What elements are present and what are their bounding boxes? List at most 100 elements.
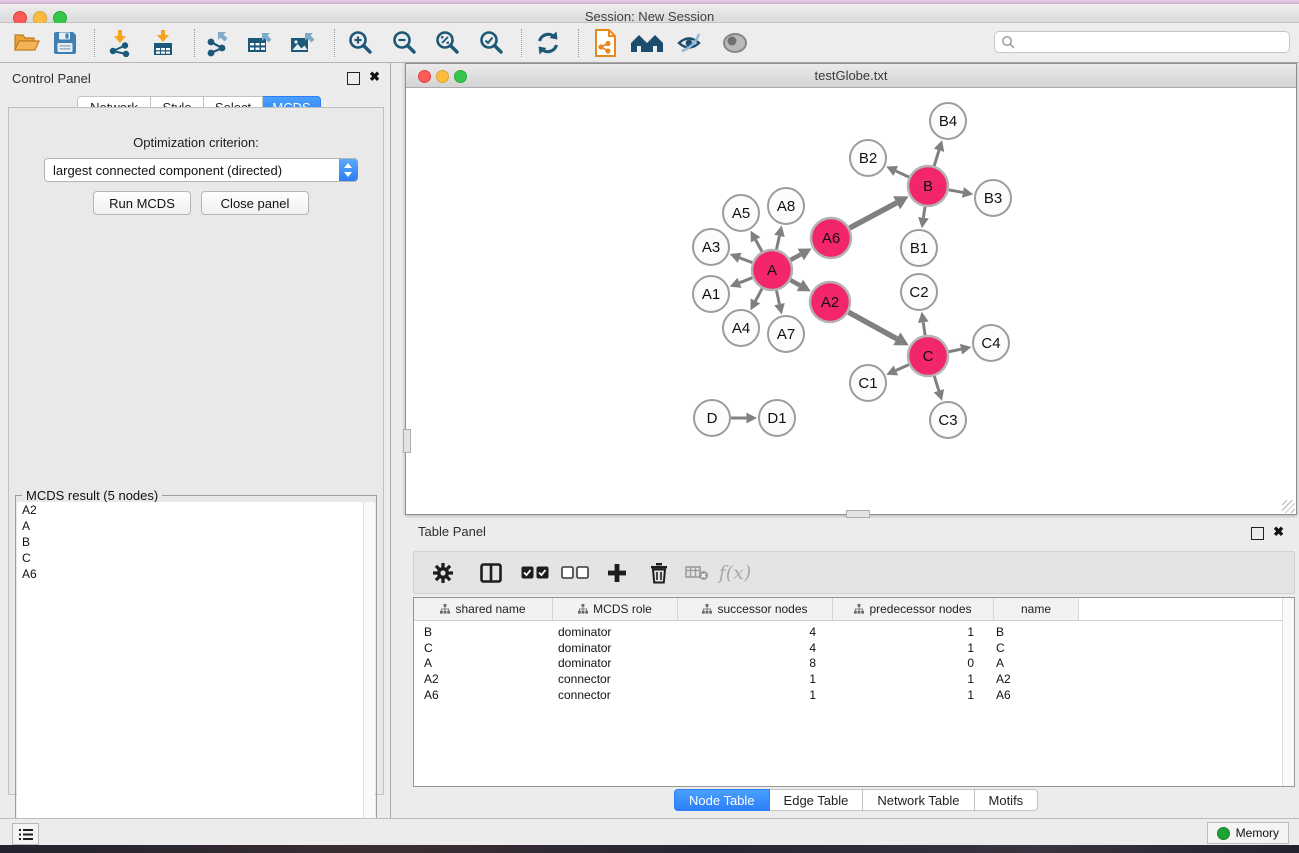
add-column-icon[interactable] xyxy=(602,558,632,588)
zoom-in-icon[interactable] xyxy=(344,27,378,59)
search-box[interactable] xyxy=(994,31,1290,53)
graph-edge[interactable] xyxy=(923,207,925,218)
tab-motifs[interactable]: Motifs xyxy=(975,789,1039,811)
close-panel-icon[interactable]: ✖ xyxy=(1273,524,1284,539)
table-row[interactable]: Adominator80A xyxy=(414,655,1294,671)
table-cell[interactable]: 1 xyxy=(830,625,990,639)
table-cell[interactable]: 4 xyxy=(676,641,830,655)
export-network-icon[interactable] xyxy=(201,27,235,59)
graph-node-A6[interactable]: A6 xyxy=(811,218,851,258)
table-row[interactable]: A6connector11A6 xyxy=(414,687,1294,703)
table-column-header[interactable]: successor nodes xyxy=(678,598,833,620)
graph-node-B2[interactable]: B2 xyxy=(850,140,886,176)
node-table[interactable]: shared nameMCDS rolesuccessor nodesprede… xyxy=(413,597,1295,787)
table-cell[interactable]: 1 xyxy=(830,672,990,686)
graph-node-B1[interactable]: B1 xyxy=(901,230,937,266)
graph-node-A7[interactable]: A7 xyxy=(768,316,804,352)
graph-node-A4[interactable]: A4 xyxy=(723,310,759,346)
memory-button[interactable]: Memory xyxy=(1207,822,1289,844)
table-cell[interactable]: 8 xyxy=(676,656,830,670)
delete-column-icon[interactable] xyxy=(644,558,674,588)
graph-node-B4[interactable]: B4 xyxy=(930,103,966,139)
deselect-all-checkboxes-icon[interactable] xyxy=(560,558,590,588)
graph-node-B[interactable]: B xyxy=(908,166,948,206)
graph-node-A3[interactable]: A3 xyxy=(693,229,729,265)
mcds-list-scrollbar[interactable] xyxy=(363,502,375,831)
graph-node-A1[interactable]: A1 xyxy=(693,276,729,312)
function-builder-icon[interactable]: f(x) xyxy=(720,558,750,588)
tab-node-table[interactable]: Node Table xyxy=(674,789,770,811)
show-task-history-button[interactable] xyxy=(12,823,39,845)
show-graphics-details-icon[interactable] xyxy=(718,27,752,59)
table-cell[interactable]: 1 xyxy=(676,672,830,686)
table-cell[interactable]: A6 xyxy=(414,688,552,702)
graph-node-D[interactable]: D xyxy=(694,400,730,436)
tab-edge-table[interactable]: Edge Table xyxy=(770,789,864,811)
open-session-icon[interactable] xyxy=(10,27,44,59)
graph-edge[interactable] xyxy=(949,349,961,352)
table-column-header[interactable]: name xyxy=(994,598,1079,620)
table-cell[interactable]: A xyxy=(414,656,552,670)
table-row[interactable]: Bdominator41B xyxy=(414,624,1294,640)
graph-edge[interactable] xyxy=(776,291,779,305)
zoom-selected-icon[interactable] xyxy=(475,27,509,59)
import-network-icon[interactable] xyxy=(103,27,137,59)
save-session-icon[interactable] xyxy=(48,27,82,59)
table-options-gear-icon[interactable] xyxy=(428,558,458,588)
graph-edge[interactable] xyxy=(776,236,779,250)
graph-node-A2[interactable]: A2 xyxy=(810,282,850,322)
copy-style-icon[interactable] xyxy=(588,27,622,59)
import-table-icon[interactable] xyxy=(146,27,180,59)
table-cell[interactable]: A6 xyxy=(990,688,1074,702)
table-cell[interactable]: connector xyxy=(552,688,676,702)
graph-node-C3[interactable]: C3 xyxy=(930,402,966,438)
select-all-checkboxes-icon[interactable] xyxy=(520,558,550,588)
table-column-header[interactable]: shared name xyxy=(414,598,553,620)
graph-node-A8[interactable]: A8 xyxy=(768,188,804,224)
graph-edge[interactable] xyxy=(934,150,939,166)
window-edge-grip[interactable] xyxy=(846,510,870,518)
graph-node-C1[interactable]: C1 xyxy=(850,365,886,401)
float-panel-icon[interactable] xyxy=(347,72,360,85)
mcds-result-item[interactable]: C xyxy=(17,550,375,566)
close-panel-button[interactable]: Close panel xyxy=(201,191,309,215)
hide-graphics-details-icon[interactable] xyxy=(673,27,707,59)
table-cell[interactable]: 1 xyxy=(676,688,830,702)
graph-edge[interactable] xyxy=(756,240,762,252)
graph-edge[interactable] xyxy=(896,365,909,371)
graph-edge[interactable] xyxy=(790,280,799,285)
float-panel-icon[interactable] xyxy=(1251,527,1264,540)
table-cell[interactable]: connector xyxy=(552,672,676,686)
search-input[interactable] xyxy=(1016,34,1289,50)
mcds-result-item[interactable]: B xyxy=(17,534,375,550)
table-row[interactable]: Cdominator41C xyxy=(414,640,1294,656)
table-row[interactable]: A2connector11A2 xyxy=(414,671,1294,687)
table-cell[interactable]: A xyxy=(990,656,1074,670)
window-edge-grip[interactable] xyxy=(403,429,411,453)
graph-node-C[interactable]: C xyxy=(908,336,948,376)
graph-edge[interactable] xyxy=(896,171,909,177)
graph-edge[interactable] xyxy=(923,322,925,335)
graph-node-B3[interactable]: B3 xyxy=(975,180,1011,216)
run-mcds-button[interactable]: Run MCDS xyxy=(93,191,191,215)
mcds-result-list[interactable]: A2ABCA6 xyxy=(17,502,375,831)
graph-node-C4[interactable]: C4 xyxy=(973,325,1009,361)
zoom-out-icon[interactable] xyxy=(388,27,422,59)
show-all-networks-icon[interactable] xyxy=(630,27,664,59)
table-cell[interactable]: 0 xyxy=(830,656,990,670)
table-cell[interactable]: 1 xyxy=(830,688,990,702)
graph-edge[interactable] xyxy=(740,258,753,263)
table-column-header[interactable]: predecessor nodes xyxy=(833,598,994,620)
table-cell[interactable]: A2 xyxy=(414,672,552,686)
table-cell[interactable]: dominator xyxy=(552,641,676,655)
table-cell[interactable]: A2 xyxy=(990,672,1074,686)
graph-edge[interactable] xyxy=(790,254,800,260)
tab-network-table[interactable]: Network Table xyxy=(863,789,974,811)
mcds-result-item[interactable]: A xyxy=(17,518,375,534)
table-cell[interactable]: 1 xyxy=(830,641,990,655)
table-cell[interactable]: C xyxy=(990,641,1074,655)
graph-edge[interactable] xyxy=(949,190,963,193)
table-cell[interactable]: dominator xyxy=(552,656,676,670)
criterion-select[interactable]: largest connected component (directed) xyxy=(44,158,358,182)
export-table-icon[interactable] xyxy=(244,27,278,59)
